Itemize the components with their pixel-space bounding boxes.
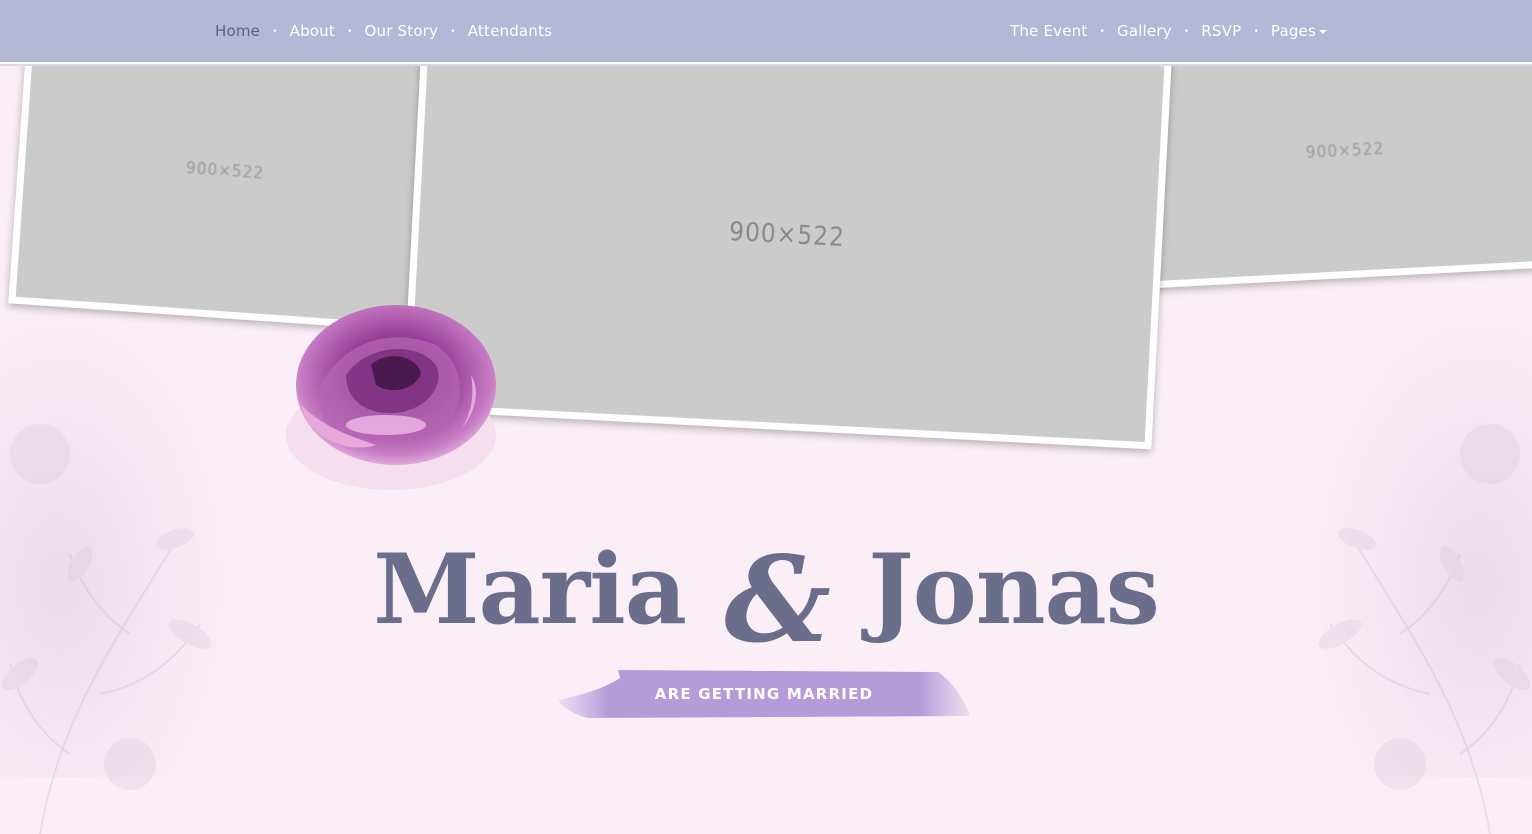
top-navbar: Home • About • Our Story • Attendants Th… — [0, 0, 1532, 64]
couple-names-title: Maria & Jonas — [0, 512, 1532, 669]
tagline-banner: ARE GETTING MARRIED — [558, 670, 970, 718]
nav-separator: • — [1254, 25, 1258, 37]
nav-separator: • — [347, 25, 352, 37]
photo-placeholder-label: 900×522 — [1305, 138, 1385, 164]
tagline-text: ARE GETTING MARRIED — [654, 685, 874, 703]
nav-home[interactable]: Home — [215, 22, 260, 40]
nav-about[interactable]: About — [290, 22, 335, 40]
nav-separator: • — [1100, 25, 1104, 37]
bride-name: Maria — [373, 533, 687, 646]
nav-separator: • — [451, 25, 455, 37]
nav-separator: • — [273, 25, 277, 37]
nav-attendants[interactable]: Attendants — [468, 22, 552, 40]
nav-the-event[interactable]: The Event — [1010, 22, 1087, 40]
dropdown-caret-icon — [1319, 29, 1328, 34]
photo-placeholder-label: 900×522 — [185, 158, 265, 184]
groom-name: Jonas — [868, 533, 1159, 646]
nav-right-group: The Event • Gallery • RSVP • Pages — [1010, 0, 1328, 62]
nav-our-story[interactable]: Our Story — [365, 22, 439, 40]
nav-gallery[interactable]: Gallery — [1117, 22, 1172, 40]
nav-rsvp[interactable]: RSVP — [1201, 22, 1241, 40]
nav-pages-dropdown[interactable]: Pages — [1270, 22, 1328, 40]
nav-left-group: Home • About • Our Story • Attendants — [215, 0, 552, 62]
nav-pages-label: Pages — [1270, 22, 1317, 40]
photo-placeholder-label: 900×522 — [728, 216, 846, 254]
ampersand: & — [724, 530, 831, 669]
slide-photo-center[interactable]: 900×522 — [402, 20, 1172, 450]
rose-flower-icon — [286, 305, 496, 490]
nav-separator: • — [1184, 25, 1189, 37]
